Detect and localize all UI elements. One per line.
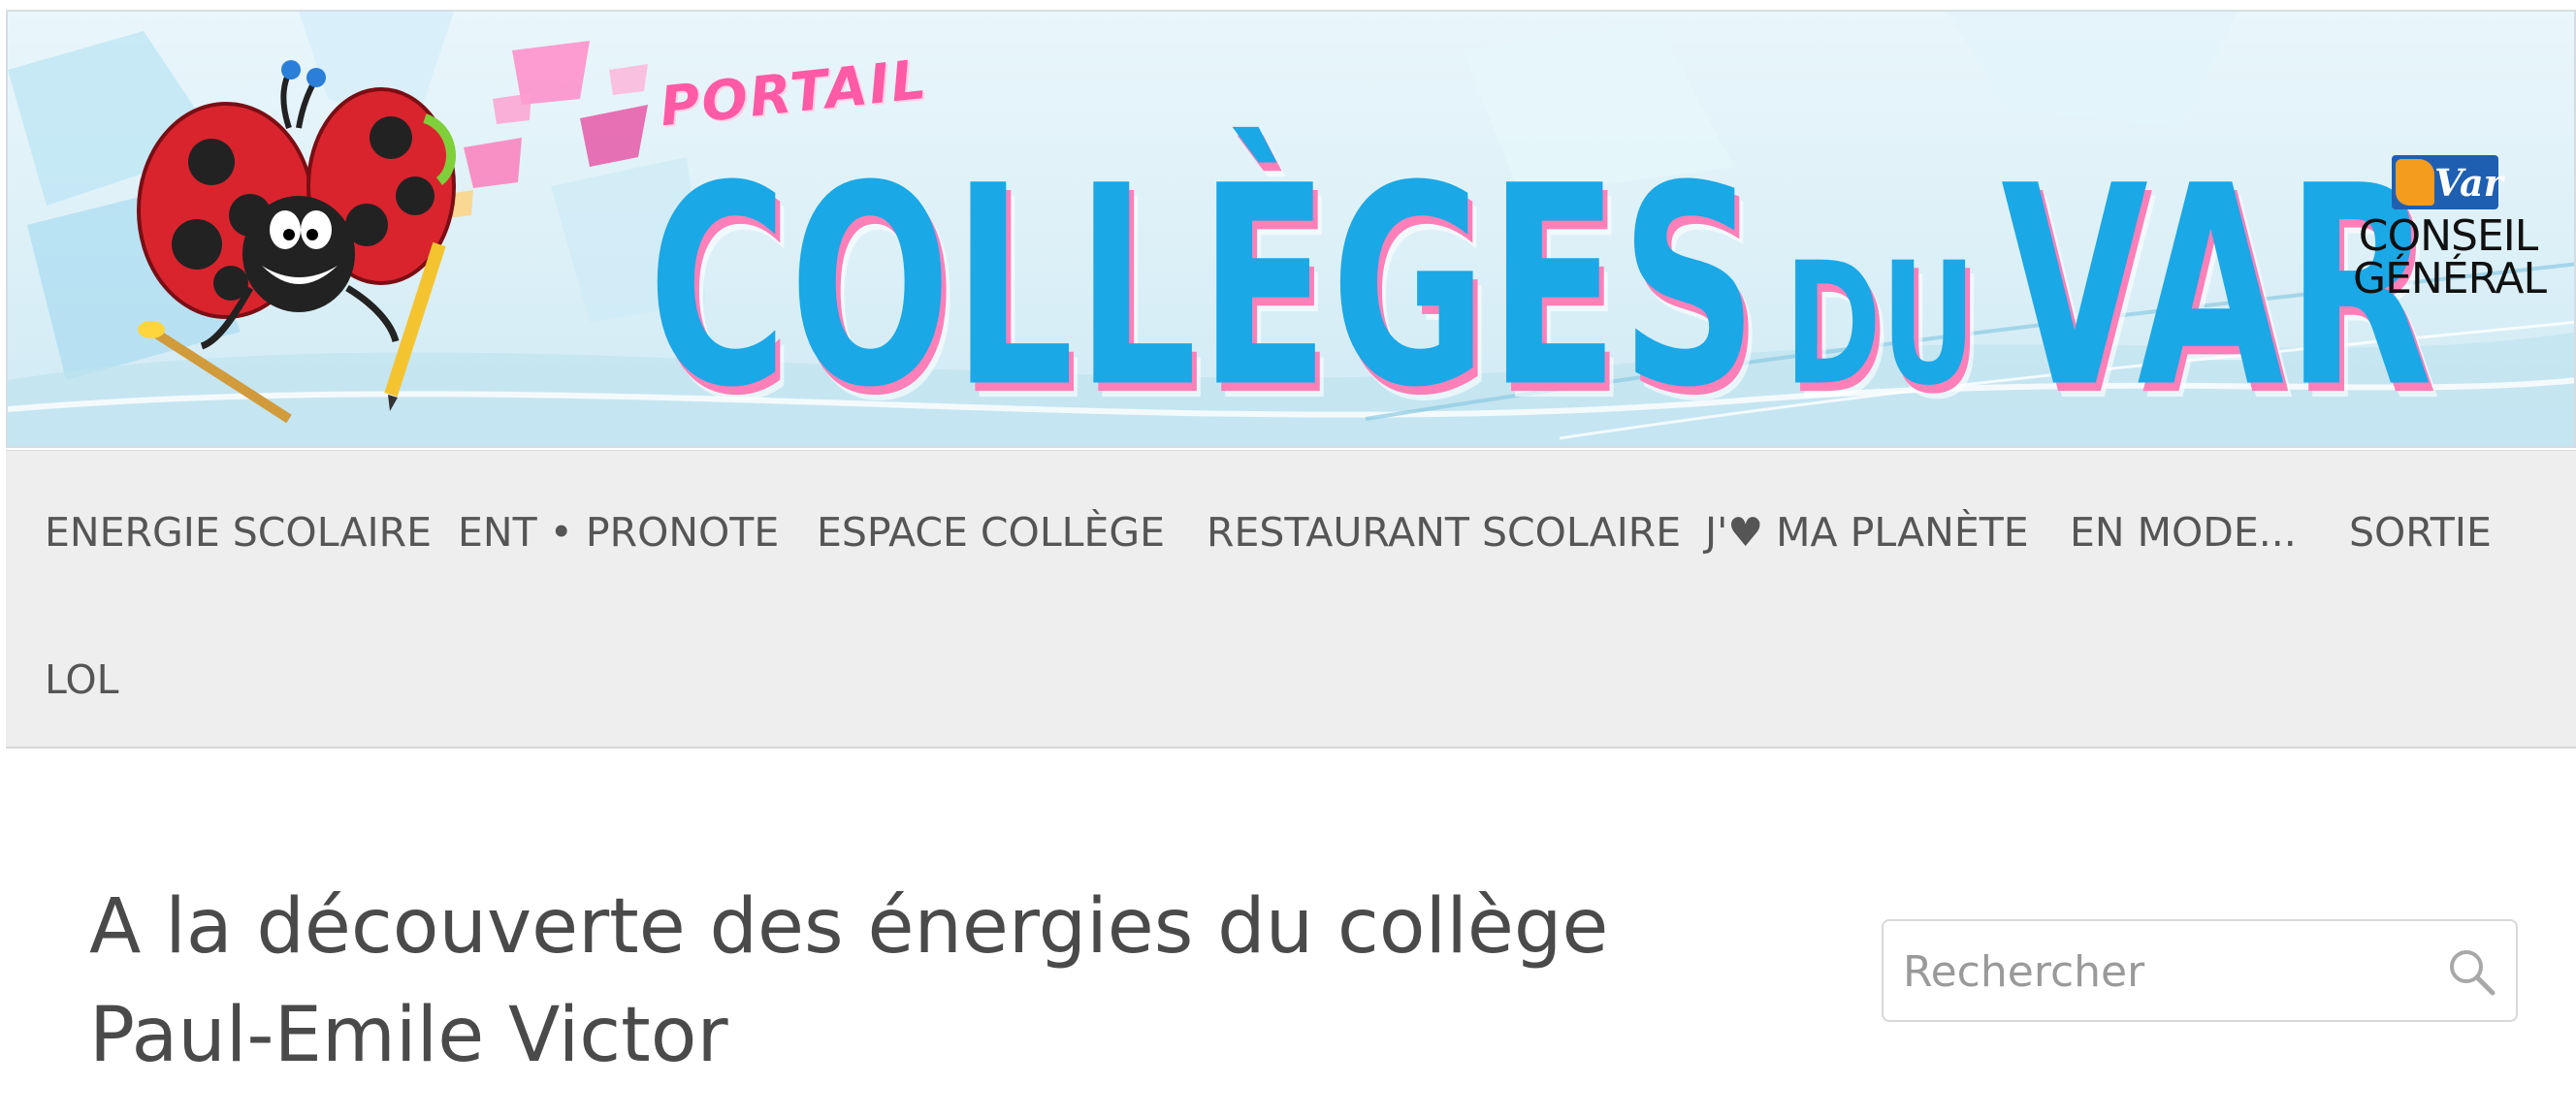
var-logo-text: Var: [2434, 161, 2503, 205]
site-title-colleges: COLLÈGES: [648, 128, 1760, 448]
nav-item-lol[interactable]: LOL: [45, 656, 119, 703]
nav-item-sortie[interactable]: SORTIE: [2349, 509, 2492, 556]
main-nav: ENERGIE SCOLAIRE ENT • PRONOTE ESPACE CO…: [6, 450, 2576, 749]
site-title-du: DU: [1785, 227, 1977, 424]
nav-item-espace-college[interactable]: ESPACE COLLÈGE: [817, 509, 1165, 556]
conseil-text: CONSEIL: [2358, 211, 2539, 261]
search-box: [1882, 919, 2518, 1022]
nav-item-en-mode[interactable]: EN MODE...: [2070, 509, 2297, 556]
conseil-general-logo: Var CONSEIL GÉNÉRAL: [2353, 155, 2547, 320]
var-logo-icon: Var: [2392, 155, 2503, 209]
nav-item-ent-pronote[interactable]: ENT • PRONOTE: [458, 509, 779, 556]
nav-item-energie-scolaire[interactable]: ENERGIE SCOLAIRE: [45, 509, 432, 556]
site-title: COLLÈGES DU VAR: [648, 128, 2434, 448]
nav-item-ma-planete[interactable]: J'♥ MA PLANÈTE: [1705, 509, 2029, 556]
page: PORTAIL COLLÈGES DU VAR Var CONSEIL GÉNÉRA…: [0, 0, 2576, 1117]
search-input[interactable]: [1901, 935, 2409, 1008]
nav-item-restaurant-scolaire[interactable]: RESTAURANT SCOLAIRE: [1207, 509, 1681, 556]
conseil-general-text: CONSEIL GÉNÉRAL: [2353, 211, 2547, 303]
general-text: GÉNÉRAL: [2353, 254, 2547, 303]
search-icon[interactable]: [2444, 944, 2498, 999]
article-title: A la découverte des énergies du collège …: [89, 883, 1609, 1079]
header-banner[interactable]: PORTAIL COLLÈGES DU VAR Var CONSEIL GÉNÉRA…: [6, 10, 2576, 448]
